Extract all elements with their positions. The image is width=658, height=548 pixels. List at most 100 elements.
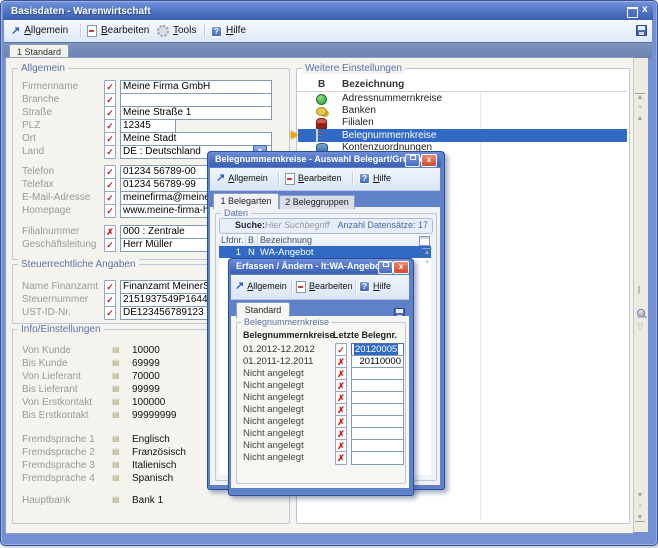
help-icon: ? [211, 26, 222, 37]
window-titlebar[interactable]: Basisdaten - Warenwirtschaft [3, 3, 653, 20]
tree-col-b[interactable]: B [318, 79, 325, 90]
dialog2-menu-bearbeiten[interactable]: Bearbeiten [296, 280, 353, 293]
help-icon: ? [359, 281, 370, 292]
kreis-label: Nicht angelegt [243, 380, 304, 391]
doc-check-icon[interactable]: ✓ [104, 293, 116, 307]
field-label: Telefax [22, 179, 54, 190]
clip-icon[interactable]: ∥ [637, 286, 641, 294]
doc-check-icon[interactable]: ✓ [104, 191, 116, 205]
sheet-icon: ▤ [112, 398, 120, 406]
dialog2-close-icon[interactable]: x [393, 261, 409, 274]
search-label: Suche: [235, 220, 265, 230]
geschaeftsleitung-input[interactable]: Herr Müller [120, 238, 214, 252]
doc-check-icon[interactable]: ✓ [104, 145, 116, 159]
cell-b: N [248, 247, 255, 258]
doc-check-icon[interactable]: ✓ [104, 93, 116, 107]
tree-row-filialen[interactable]: Filialen [298, 117, 627, 129]
column-divider [245, 234, 246, 246]
filialnummer-input[interactable]: 000 : Zentrale [120, 225, 214, 239]
dialog1-menu-bearbeiten[interactable]: Bearbeiten [285, 172, 342, 185]
doc-check-icon[interactable]: ✓ [104, 306, 116, 320]
telefon-input[interactable]: 01234 56789-00 [120, 165, 214, 179]
kreis-label: Nicht angelegt [243, 416, 304, 427]
fremdsprache4-value: Spanisch [132, 473, 173, 484]
doc-check-icon[interactable]: ✓ [104, 119, 116, 133]
dialog1-menu-hilfe[interactable]: ? Hilfe [359, 172, 391, 185]
move-down-icon[interactable]: + [635, 503, 645, 510]
dialog1-menu-allgemein[interactable]: ↗ Allgemein [216, 172, 268, 185]
list-move-top-icon[interactable]: ▲ [422, 248, 432, 256]
kreis-label: 01.2012-12.2012 [243, 344, 315, 355]
doc-check-icon[interactable]: ✓ [104, 80, 116, 94]
move-up-icon[interactable]: + [635, 104, 645, 111]
tree-row-label: Banken [342, 105, 376, 116]
doc-check-icon[interactable]: ✓ [104, 165, 116, 179]
close-icon[interactable]: x [642, 4, 648, 15]
group-info-legend: Info/Einstellungen [18, 324, 104, 335]
kreis-label: Nicht angelegt [243, 368, 304, 379]
branche-input[interactable] [120, 93, 272, 107]
col-bezeichnung[interactable]: Bezeichnung [260, 235, 312, 245]
scroll-up-icon[interactable]: ▲ [635, 115, 645, 122]
scroll-down-icon[interactable]: ▼ [635, 492, 645, 499]
col-letzte-belegnr: Letzte Belegnr. [333, 330, 397, 340]
belegnr-input[interactable] [351, 451, 404, 465]
doc-check-icon[interactable]: ✓ [104, 132, 116, 146]
doc-cross-icon[interactable]: ✗ [335, 451, 347, 465]
tree-row-adressnummernkreise[interactable]: Adressnummernkreise [298, 93, 627, 105]
move-top-icon[interactable]: ▲ [635, 93, 645, 101]
dialog2-restore-icon[interactable] [378, 261, 393, 274]
dialog2-menu-hilfe[interactable]: ? Hilfe [359, 280, 391, 293]
list-move-up-icon[interactable]: + [422, 259, 432, 266]
field-label: Filialnummer [22, 226, 79, 237]
dialog1-tab-beleggruppen[interactable]: 2 Beleggruppen [279, 195, 355, 209]
table-row-selected[interactable]: 1 N WA-Angebot [219, 246, 431, 258]
tree-header-divider [297, 91, 627, 92]
move-bottom-icon[interactable]: ▼ [635, 514, 645, 522]
dialog1-restore-icon[interactable] [405, 154, 420, 167]
sheet-icon: ▤ [112, 359, 120, 367]
menu-bearbeiten[interactable]: Bearbeiten [87, 24, 149, 38]
telefax-input[interactable]: 01234 56789-99 [120, 178, 214, 192]
field-label: Straße [22, 107, 52, 118]
plz-input[interactable]: 12345 [120, 119, 176, 133]
tree-col-bezeichnung[interactable]: Bezeichnung [342, 79, 404, 90]
dialog1-close-icon[interactable]: x [421, 154, 437, 167]
toolbar-separator [204, 24, 206, 38]
menu-tools[interactable]: Tools [157, 24, 196, 38]
collapse-side-icon[interactable]: ▽ [637, 323, 643, 331]
help-icon: ? [359, 173, 370, 184]
col-lfdnr[interactable]: Lfdnr. [221, 235, 244, 245]
col-b[interactable]: B [248, 235, 254, 245]
dialog2-tab-standard[interactable]: Standard [236, 302, 290, 318]
doc-check-icon[interactable]: ✓ [104, 280, 116, 294]
doc-check-icon[interactable]: ✓ [104, 106, 116, 120]
ort-input[interactable]: Meine Stadt [120, 132, 272, 146]
dialog2-menu-allgemein[interactable]: ↗ Allgemein [235, 280, 287, 293]
toolbar-separator [278, 172, 280, 186]
menu-hilfe[interactable]: ? Hilfe [211, 24, 246, 38]
edit-document-icon [87, 25, 97, 37]
field-label: Telefon [22, 166, 54, 177]
restore-icon[interactable] [627, 7, 638, 18]
col-belegnummernkreise: Belegnummernkreise [243, 330, 335, 340]
firmenname-input[interactable]: Meine Firma GmbH [120, 80, 272, 94]
edit-document-icon [285, 173, 295, 185]
field-label: Branche [22, 94, 59, 105]
dialog1-tab-belegarten[interactable]: 1 Belegarten [213, 193, 279, 209]
doc-check-icon[interactable]: ✓ [104, 178, 116, 192]
sheet-side-icon[interactable]: ▤ [637, 311, 645, 319]
save-icon[interactable] [636, 25, 647, 36]
field-label: Bis Kunde [22, 358, 68, 369]
doc-cross-icon[interactable]: ✗ [104, 225, 116, 239]
tree-row-banken[interactable]: Banken [298, 105, 627, 117]
strasse-input[interactable]: Meine Straße 1 [120, 106, 272, 120]
menu-allgemein[interactable]: ↗ Allgemein [11, 24, 68, 38]
doc-check-icon[interactable]: ✓ [104, 204, 116, 218]
tree-row-belegnummernkreise[interactable]: Belegnummernkreise [298, 129, 627, 142]
column-chooser-icon[interactable] [419, 236, 430, 246]
field-label: Land [22, 146, 44, 157]
group-weitere-legend: Weitere Einstellungen [302, 63, 405, 74]
group-steuer-legend: Steuerrechtliche Angaben [18, 259, 139, 270]
doc-check-icon[interactable]: ✓ [104, 238, 116, 252]
